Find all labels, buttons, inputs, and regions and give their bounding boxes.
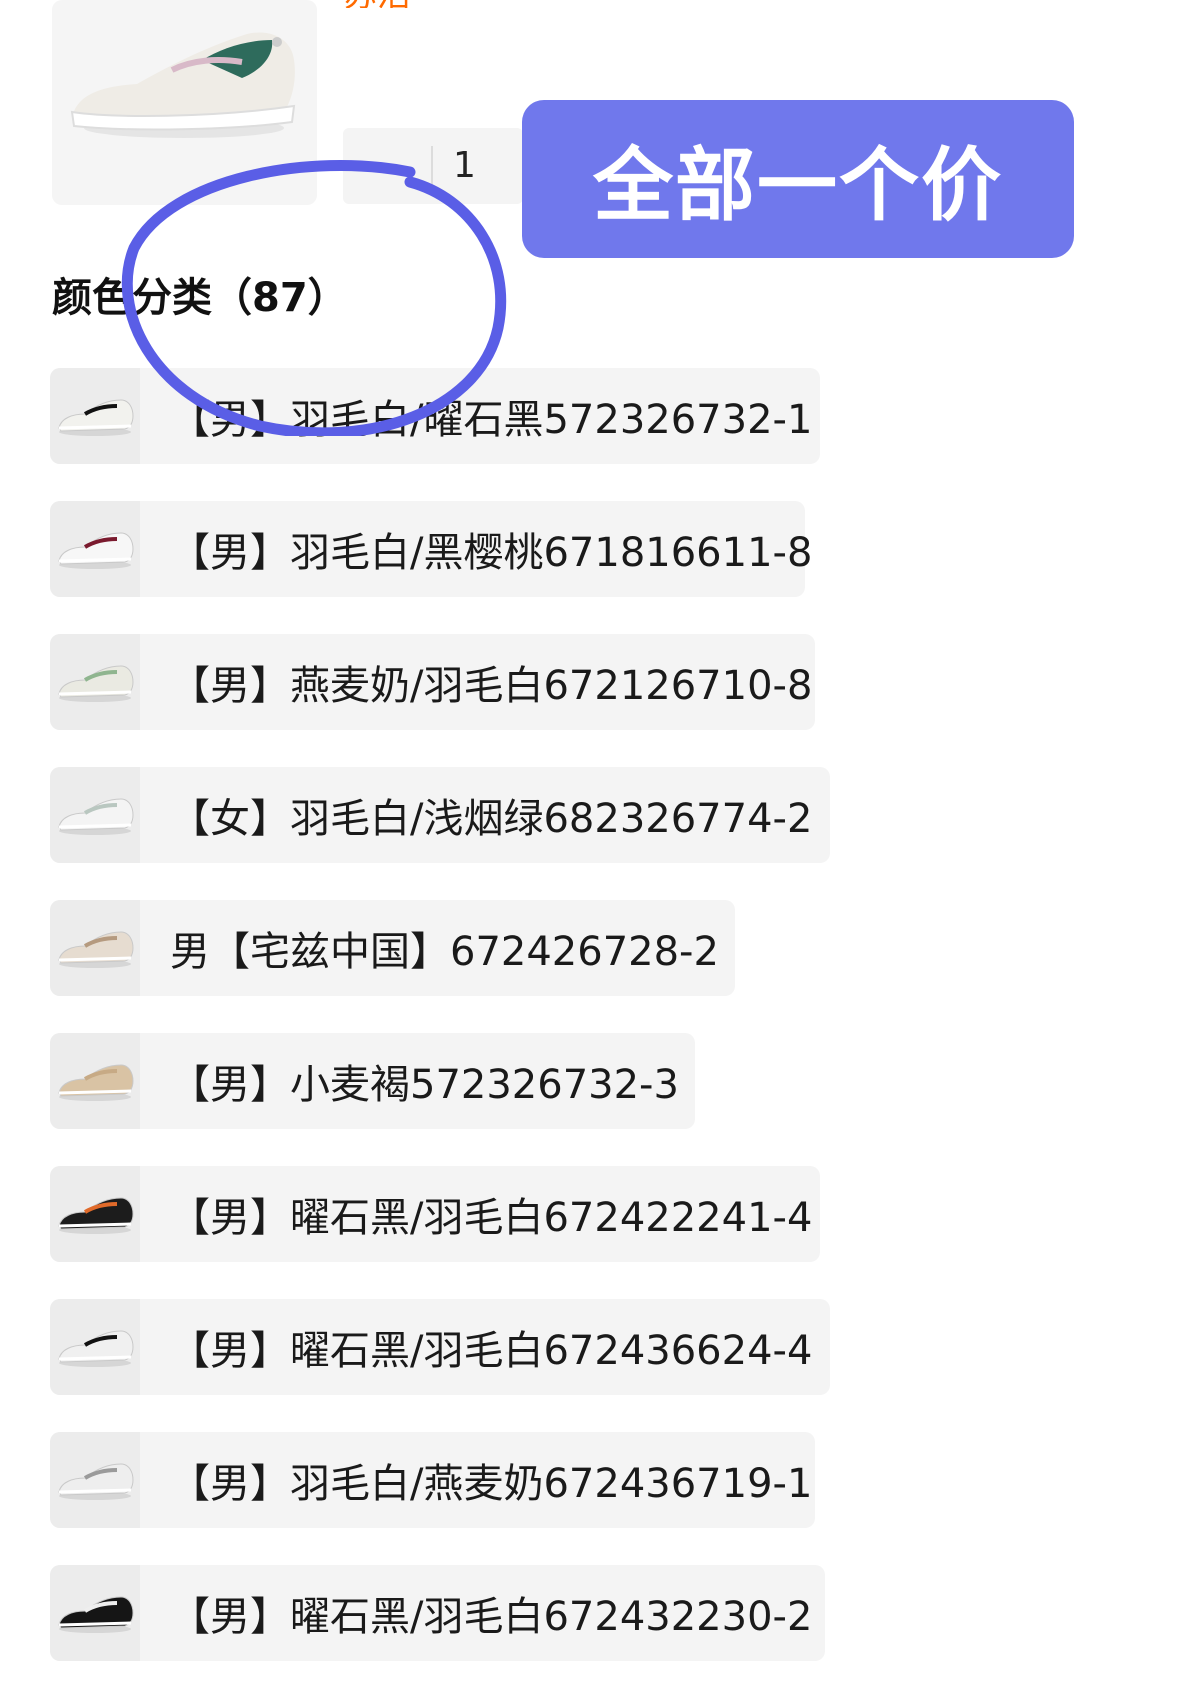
variant-thumbnail [50,1166,140,1262]
variant-item[interactable]: 【男】小麦褐572326732-3 [50,1033,695,1129]
variant-label: 【男】曜石黑/羽毛白672432230-2 [170,1594,813,1640]
shoe-icon [58,532,134,569]
shoe-icon [58,1064,134,1101]
variant-thumbnail [50,767,140,863]
variant-label: 【男】羽毛白/曜石黑572326732-1 [170,397,813,443]
variant-label: 【男】羽毛白/黑樱桃671816611-8 [170,530,813,576]
shoe-icon [58,1197,134,1234]
shoe-icon [58,1596,134,1633]
variant-thumbnail [50,900,140,996]
variant-item[interactable]: 【男】羽毛白/曜石黑572326732-1 [50,368,820,464]
variant-thumbnail [50,1432,140,1528]
shoe-icon [58,931,134,968]
price-banner: 全部一个价 [522,100,1074,258]
variant-label: 【女】羽毛白/浅烟绿682326774-2 [170,796,813,842]
shoe-icon [58,1463,134,1500]
variant-thumbnail [50,1033,140,1129]
variant-item[interactable]: 【男】羽毛白/燕麦奶672436719-1 [50,1432,815,1528]
variant-label: 【男】曜石黑/羽毛白672422241-4 [170,1195,813,1241]
variant-item[interactable]: 【男】燕麦奶/羽毛白672126710-8 [50,634,815,730]
variant-thumbnail [50,1565,140,1661]
quantity-stepper[interactable]: 1 [343,128,523,204]
shoe-icon [58,399,134,436]
product-main-image[interactable] [52,0,317,205]
variant-thumbnail [50,501,140,597]
variant-thumbnail [50,368,140,464]
variant-label: 【男】小麦褐572326732-3 [170,1062,679,1108]
variant-label: 【男】曜石黑/羽毛白672436624-4 [170,1328,813,1374]
shoe-icon [58,798,134,835]
color-category-title: 颜色分类（87） [52,275,348,321]
variant-item[interactable]: 【男】羽毛白/黑樱桃671816611-8 [50,501,812,597]
shoe-icon [58,665,134,702]
variant-item[interactable]: 【男】曜石黑/羽毛白672432230-2 [50,1565,825,1661]
variant-thumbnail [50,1299,140,1395]
stepper-divider [431,146,433,186]
variant-label: 【男】羽毛白/燕麦奶672436719-1 [170,1461,813,1507]
price-text: 苏活 [343,0,423,8]
variant-item[interactable]: 【男】曜石黑/羽毛白672422241-4 [50,1166,820,1262]
quantity-value: 1 [453,145,476,186]
variant-label: 【男】燕麦奶/羽毛白672126710-8 [170,663,813,709]
sneaker-image [70,32,296,138]
variant-item[interactable]: 【男】曜石黑/羽毛白672436624-4 [50,1299,830,1395]
variant-label: 男【宅兹中国】672426728-2 [170,929,719,975]
shoe-icon [58,1330,134,1367]
variant-thumbnail [50,634,140,730]
variant-item[interactable]: 【女】羽毛白/浅烟绿682326774-2 [50,767,830,863]
variant-item[interactable]: 男【宅兹中国】672426728-2 [50,900,735,996]
